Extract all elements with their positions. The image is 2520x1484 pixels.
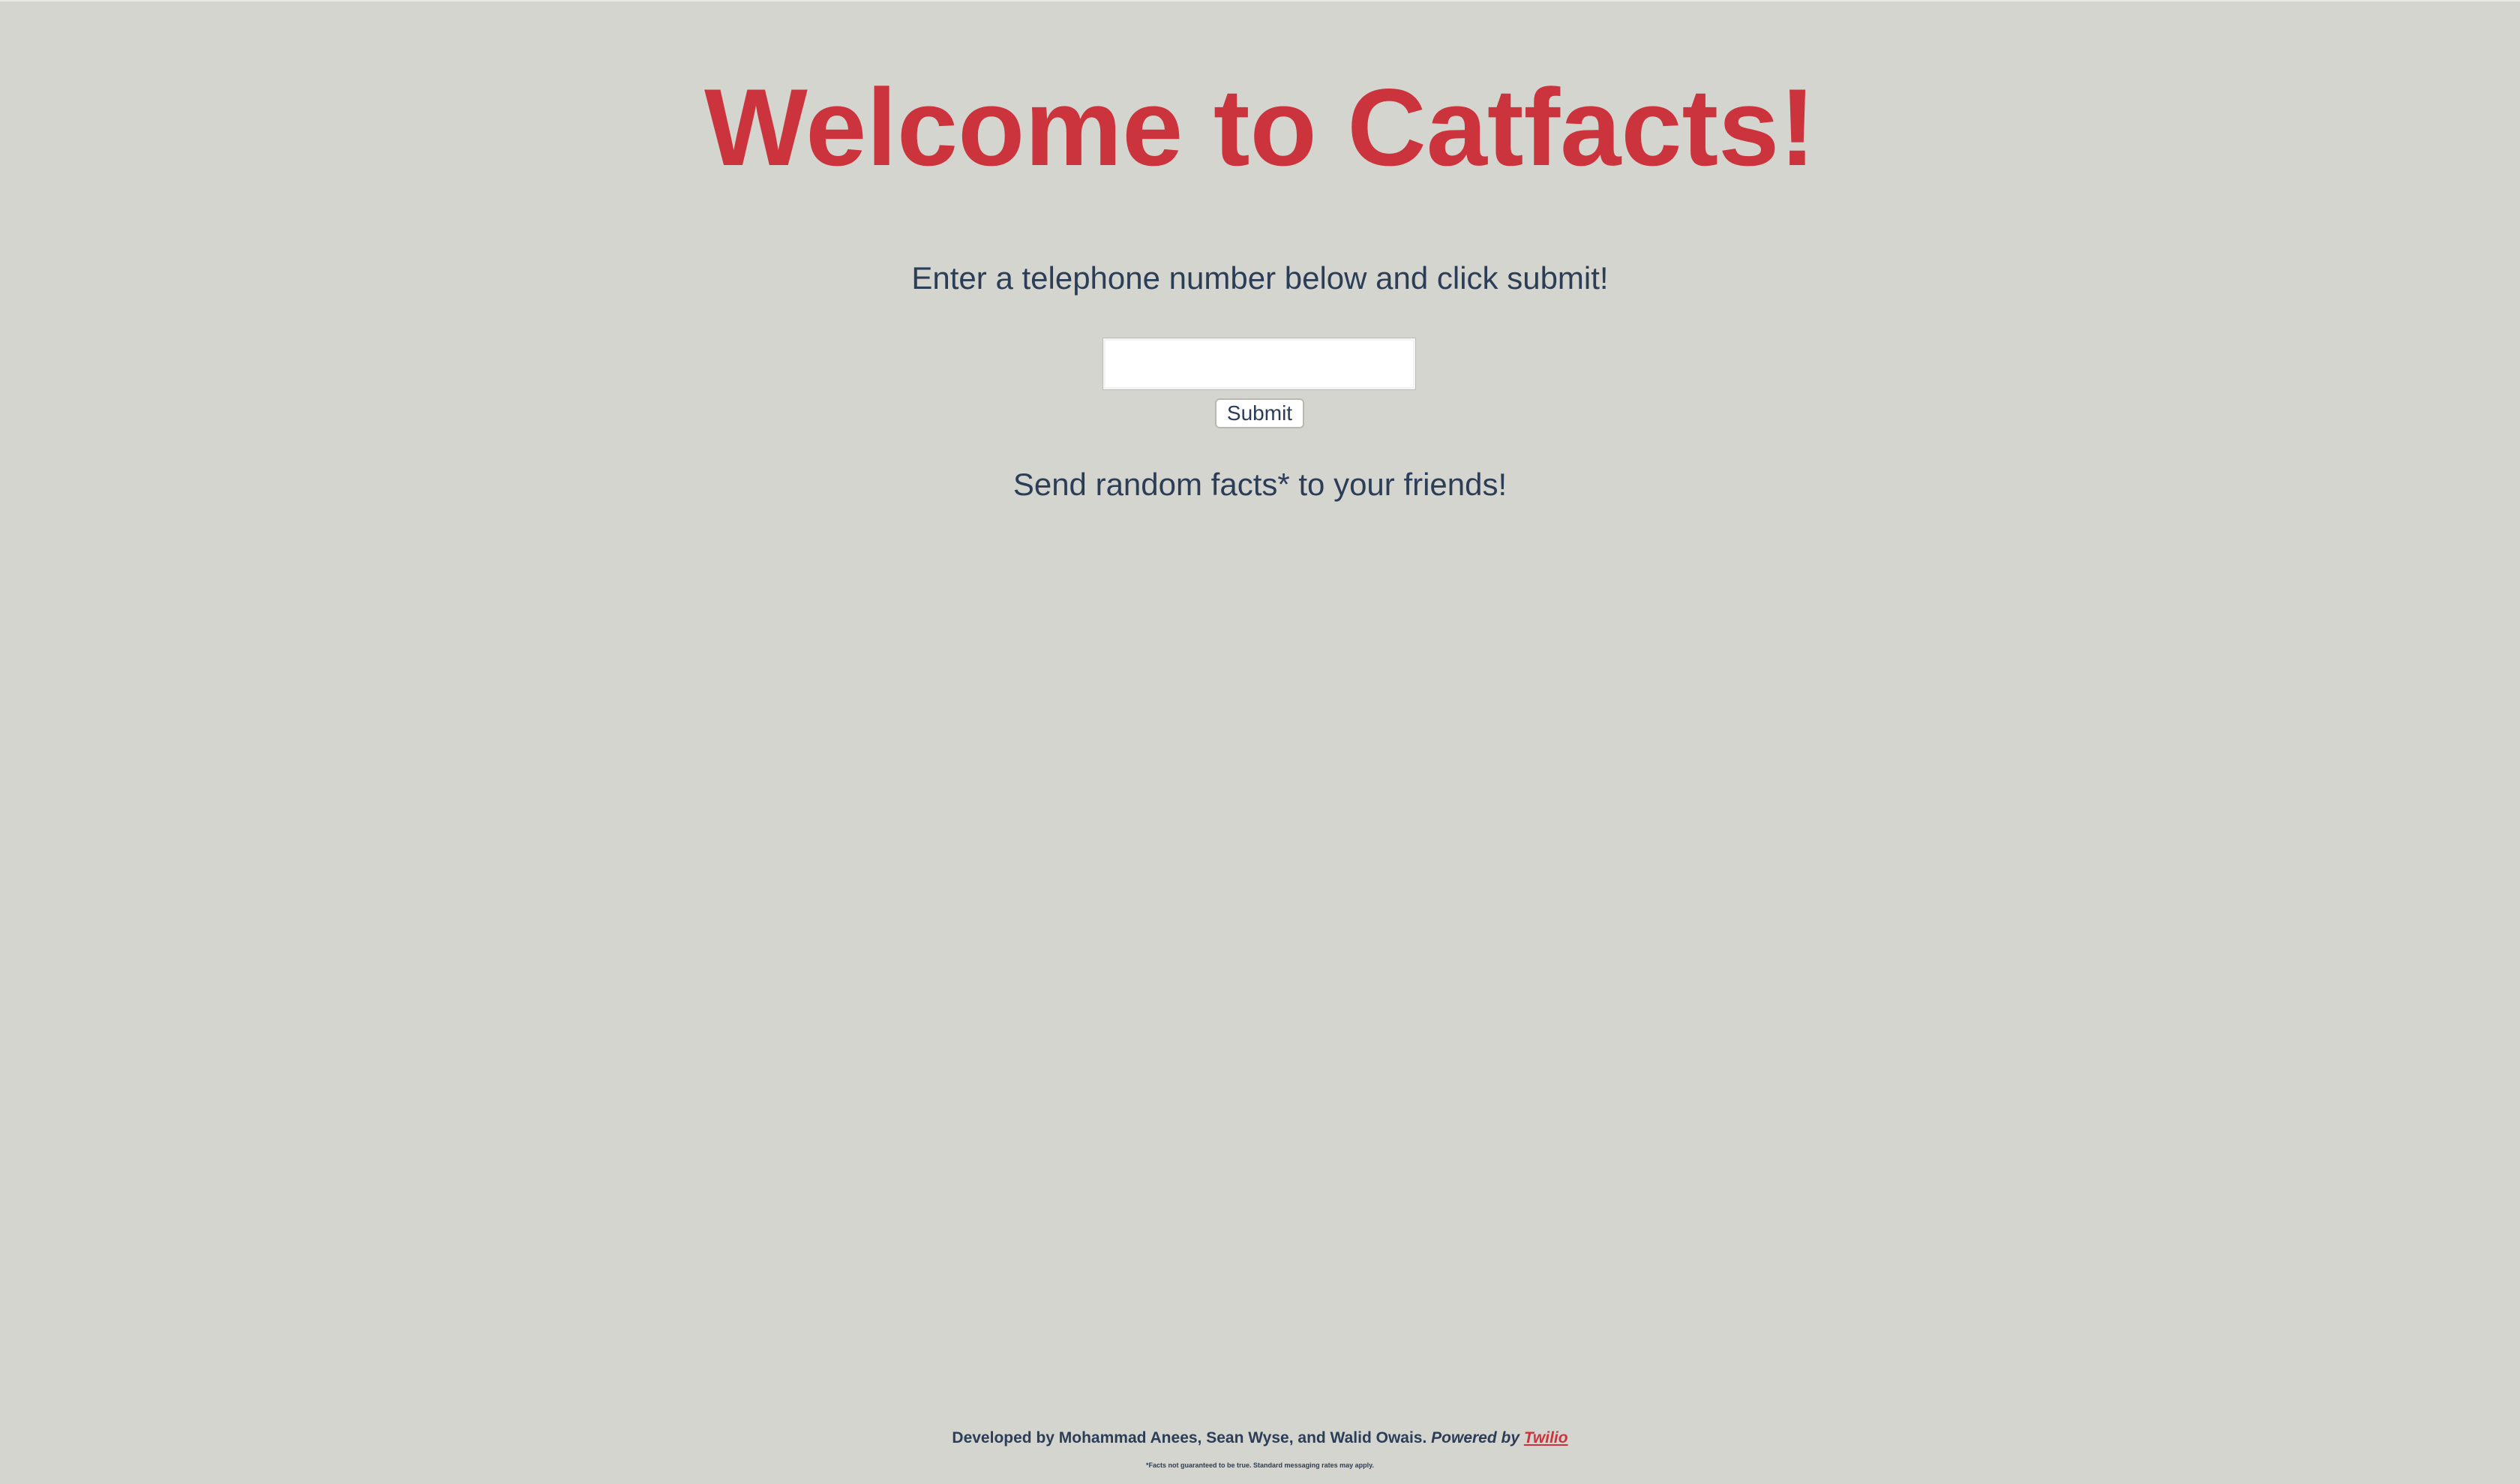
page: Welcome to Catfacts! Enter a telephone n… (0, 0, 2520, 1484)
footer-credits: Developed by Mohammad Anees, Sean Wyse, … (0, 1425, 2520, 1451)
powered-by-text: Powered by (1431, 1429, 1520, 1446)
submit-button[interactable]: Submit (1215, 398, 1304, 428)
disclaimer-text: *Facts not guaranteed to be true. Standa… (1146, 1461, 1374, 1469)
phone-number-input[interactable] (1102, 338, 1416, 390)
credits-text: Developed by Mohammad Anees, Sean Wyse, … (952, 1429, 1427, 1446)
instruction-text: Enter a telephone number below and click… (911, 260, 1609, 296)
tagline-text: Send random facts* to your friends! (1012, 467, 1508, 502)
twilio-link[interactable]: Twilio (1524, 1429, 1568, 1446)
top-border (0, 0, 2520, 2)
page-title: Welcome to Catfacts! (704, 66, 1816, 188)
